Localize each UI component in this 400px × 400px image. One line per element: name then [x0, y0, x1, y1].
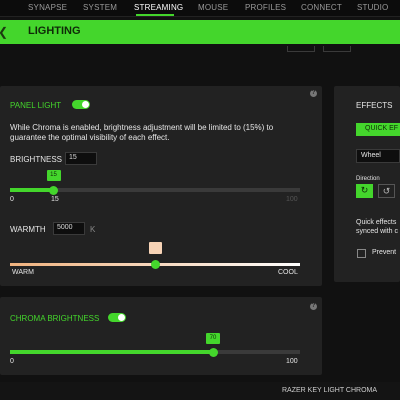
- quick-effects-button[interactable]: QUICK EF: [356, 123, 400, 136]
- info-icon[interactable]: ?: [310, 303, 317, 310]
- chroma-brightness-value-bubble: 70: [206, 333, 220, 344]
- tab-studio[interactable]: STUDIO: [357, 3, 388, 12]
- info-icon[interactable]: ?: [310, 90, 317, 97]
- effects-card: EFFECTS QUICK EF Wheel Direction ↻ ↺ Qui…: [334, 86, 400, 282]
- chroma-brightness-slider-fill: [10, 350, 213, 354]
- panel-light-card: PANEL LIGHT ? While Chroma is enabled, b…: [0, 86, 322, 286]
- chroma-brightness-toggle[interactable]: [108, 313, 126, 322]
- warmth-label: WARMTH: [10, 225, 46, 234]
- panel-light-title: PANEL LIGHT: [10, 101, 62, 110]
- effects-title: EFFECTS: [356, 101, 393, 110]
- tab-system[interactable]: SYSTEM: [83, 3, 117, 12]
- tab-connect[interactable]: CONNECT: [301, 3, 342, 12]
- warmth-color-preview: [148, 242, 162, 254]
- brightness-slider-fill: [10, 188, 54, 192]
- tab-profiles[interactable]: PROFILES: [245, 3, 286, 12]
- warmth-warm-label: WARM: [12, 269, 34, 276]
- chroma-brightness-min-label: 0: [10, 358, 14, 365]
- rotate-counterclockwise-icon[interactable]: ↺: [378, 184, 395, 198]
- chevron-left-icon[interactable]: ❮: [0, 24, 8, 40]
- active-tab-indicator: [136, 14, 174, 16]
- warmth-input[interactable]: 5000: [53, 222, 85, 235]
- chroma-brightness-card: CHROMA BRIGHTNESS ? 70 0 100: [0, 297, 322, 375]
- chroma-brightness-max-label: 100: [286, 358, 298, 365]
- page-title: LIGHTING: [28, 25, 81, 37]
- chroma-brightness-title: CHROMA BRIGHTNESS: [10, 314, 100, 323]
- panel-light-toggle[interactable]: [72, 100, 90, 109]
- brightness-input[interactable]: 15: [65, 152, 97, 165]
- tab-mouse[interactable]: MOUSE: [198, 3, 228, 12]
- warmth-unit: K: [90, 225, 96, 234]
- prevent-checkbox[interactable]: [357, 249, 366, 258]
- chroma-limit-notice: While Chroma is enabled, brightness adju…: [10, 123, 274, 142]
- tab-synapse[interactable]: SYNAPSE: [28, 3, 67, 12]
- rotate-clockwise-icon[interactable]: ↻: [356, 184, 373, 198]
- header-action-button-2[interactable]: [323, 46, 351, 52]
- tab-streaming[interactable]: STREAMING: [134, 3, 183, 12]
- brightness-value-bubble: 15: [46, 170, 61, 181]
- device-footer: RAZER KEY LIGHT CHROMA: [0, 382, 400, 400]
- brightness-label: BRIGHTNESS: [10, 155, 63, 164]
- top-navigation: SYNAPSE SYSTEM STREAMING MOUSE PROFILES …: [0, 0, 400, 17]
- direction-label: Direction: [356, 176, 380, 182]
- effect-select[interactable]: Wheel: [356, 149, 400, 163]
- brightness-max-label: 100: [286, 196, 298, 203]
- quick-effects-note-line2: synced with c: [356, 228, 399, 235]
- warmth-cool-label: COOL: [278, 269, 298, 276]
- chroma-brightness-slider-thumb[interactable]: [208, 348, 218, 357]
- device-name: RAZER KEY LIGHT CHROMA: [282, 387, 378, 394]
- quick-effects-note-line1: Quick effects: [356, 219, 397, 226]
- header-action-button[interactable]: [287, 46, 315, 52]
- brightness-slider-thumb[interactable]: [49, 186, 58, 195]
- brightness-limit-label: 15: [51, 196, 59, 203]
- warmth-slider-thumb[interactable]: [150, 260, 160, 269]
- page-header: ❮ LIGHTING: [0, 20, 400, 44]
- prevent-label: Prevent: [372, 249, 397, 256]
- brightness-min-label: 0: [10, 196, 14, 203]
